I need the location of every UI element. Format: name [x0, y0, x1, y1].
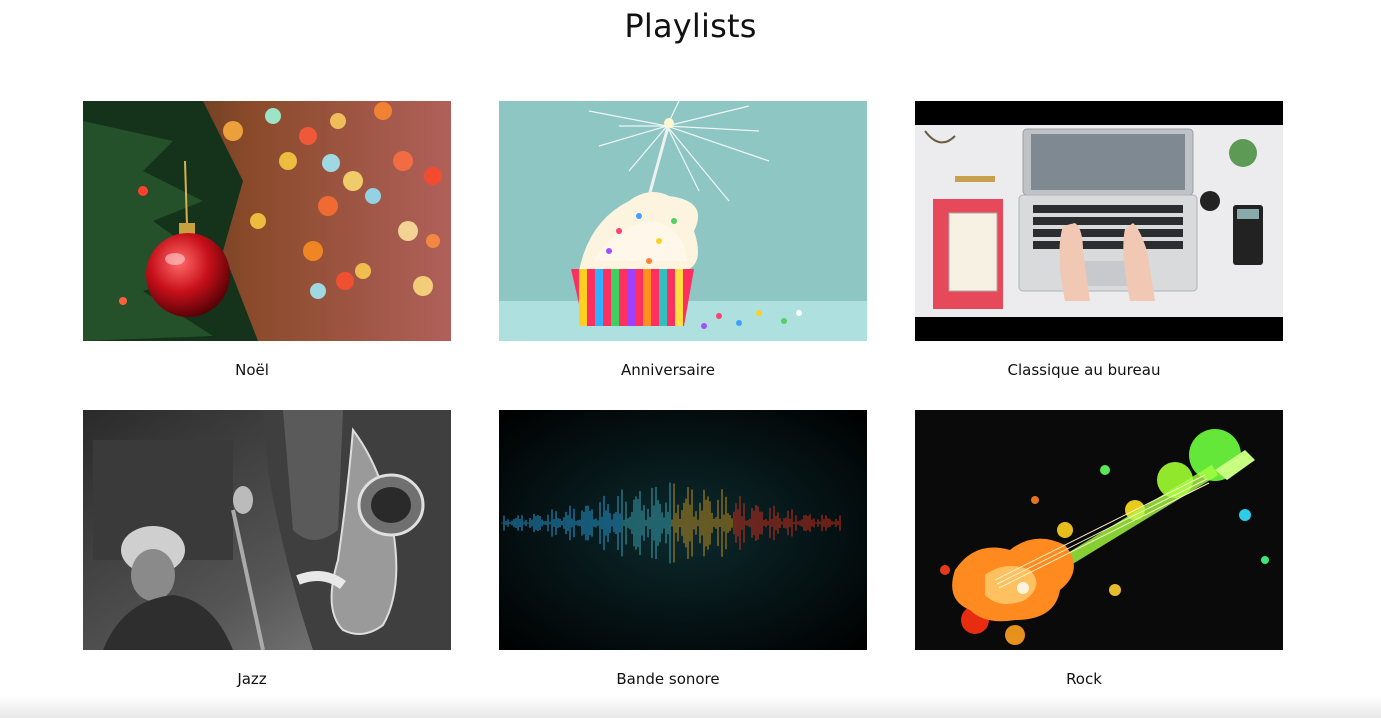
- playlist-card-classique-au-bureau[interactable]: Classique au bureau: [915, 101, 1283, 380]
- birthday-cupcake-sparkler-image[interactable]: [499, 101, 867, 341]
- laptop-desk-typing-image[interactable]: [915, 101, 1283, 341]
- page-title: Playlists: [624, 7, 757, 45]
- playlist-card-jazz[interactable]: Jazz: [83, 410, 451, 689]
- playlist-title[interactable]: Noël: [83, 360, 451, 380]
- playlists-page: Playlists Noël Anniversaire Classique au…: [0, 0, 1381, 718]
- playlist-title[interactable]: Bande sonore: [499, 669, 867, 689]
- bottom-scroll-fade: [0, 696, 1381, 718]
- jazz-saxophone-bw-image[interactable]: [83, 410, 451, 650]
- playlist-card-rock[interactable]: Rock: [915, 410, 1283, 689]
- playlist-card-bande-sonore[interactable]: Bande sonore: [499, 410, 867, 689]
- playlist-card-anniversaire[interactable]: Anniversaire: [499, 101, 867, 380]
- soundwave-spectrum-image[interactable]: [499, 410, 867, 650]
- playlist-card-noel[interactable]: Noël: [83, 101, 451, 380]
- playlist-title[interactable]: Rock: [915, 669, 1283, 689]
- playlist-title[interactable]: Jazz: [83, 669, 451, 689]
- christmas-ornament-bokeh-image[interactable]: [83, 101, 451, 341]
- playlist-title[interactable]: Classique au bureau: [915, 360, 1283, 380]
- playlist-title[interactable]: Anniversaire: [499, 360, 867, 380]
- paint-splash-guitar-image[interactable]: [915, 410, 1283, 650]
